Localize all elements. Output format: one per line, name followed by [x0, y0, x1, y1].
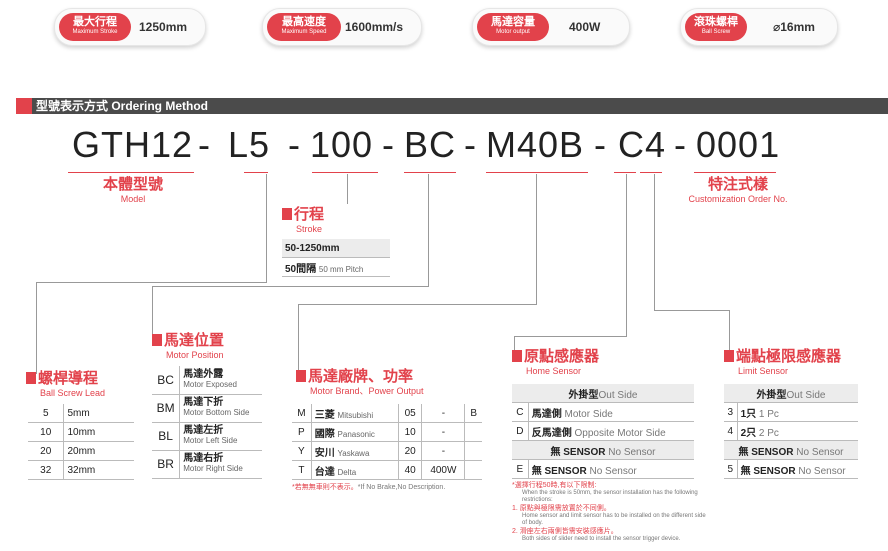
model-label: 本體型號 Model — [102, 176, 163, 204]
connector-lead-v2 — [36, 282, 37, 374]
connector-stroke — [347, 174, 348, 204]
underline-model — [68, 172, 194, 173]
limit-table: 外掛型Out Side 3 1只 1 Pc 4 2只 2 Pc 無 SENSOR N… — [724, 384, 858, 479]
title-marker — [296, 370, 306, 382]
code-lead: L5 — [228, 124, 271, 165]
connector-pos-v2 — [152, 286, 153, 334]
section-header: 型號表示方式 Ordering Method — [16, 98, 888, 114]
code-dash: - — [382, 124, 395, 165]
brand-note: *若無無車則不表示。*If No Brake,No Description. — [292, 484, 446, 491]
code-dash: - — [198, 124, 211, 165]
underline-stroke — [312, 172, 378, 173]
spec-pill-stroke: 最大行程 Maximum Stroke 1250mm — [54, 8, 206, 46]
spec-value: 400W — [569, 20, 601, 34]
table-row: C 馬達側 Motor Side — [512, 402, 694, 422]
table-row: P 國際 Panasonic 10 - — [292, 422, 482, 442]
lead-title: 螺桿導程 Ball Screw Lead — [26, 370, 105, 399]
underline-sensor-4 — [640, 172, 662, 173]
model-code: GTH12 — [72, 124, 193, 166]
table-row: 5 5mm — [28, 404, 134, 423]
lead-table: 5 5mm 10 10mm 20 20mm 32 32mm — [28, 404, 134, 480]
code-model: GTH12 — [72, 124, 194, 165]
spec-label: 馬達容量 Motor output — [477, 13, 549, 41]
spec-pill-screw: 滾珠螺桿 Ball Screw ⌀16mm — [680, 8, 838, 46]
table-row: BR 馬達右折 Motor Right Side — [152, 450, 262, 479]
stroke-range: 50-1250mm — [282, 239, 390, 258]
section-marker — [16, 98, 32, 114]
table-row: E無 SENSOR No Sensor — [512, 459, 694, 479]
table-row: 32 32mm — [28, 460, 134, 480]
connector-pos-h — [152, 286, 429, 287]
code-custom: 0001 — [696, 124, 781, 165]
custom-label: 特注式樣 Customization Order No. — [688, 176, 788, 204]
table-row: M 三菱 Mitsubishi 05 - B — [292, 404, 482, 423]
connector-home-h — [514, 336, 627, 337]
code-dash: - — [594, 124, 607, 165]
stroke-table: 50-1250mm 50間隔 50 mm Pitch — [282, 239, 390, 277]
spec-value: 1250mm — [139, 20, 188, 34]
code-brand: BC — [404, 124, 457, 165]
stroke-title: 行程 Stroke — [282, 206, 324, 235]
home-table: 外掛型Out Side C 馬達側 Motor Side D 反馬達側 Opposi… — [512, 384, 694, 479]
section-title: 型號表示方式 Ordering Method — [36, 99, 208, 113]
underline-custom — [694, 172, 776, 173]
connector-lead-h — [36, 282, 267, 283]
table-row: T 台達 Delta 40 400W — [292, 460, 482, 480]
spec-value: 1600mm/s — [345, 20, 404, 34]
connector-pos-v — [428, 174, 429, 286]
code-dash: - — [288, 124, 301, 165]
spec-label: 最大行程 Maximum Stroke — [59, 13, 131, 41]
home-notes: *選擇行程50時,有以下限制: When the stroke is 50mm,… — [512, 482, 706, 542]
table-row: 20 20mm — [28, 441, 134, 461]
code-sensor: C4 — [618, 124, 667, 165]
connector-limit-h — [654, 310, 730, 311]
spec-label: 滾珠螺桿 Ball Screw — [685, 13, 747, 41]
motor-pos-title: 馬達位置 Motor Position — [152, 332, 224, 361]
table-row: D 反馬達側 Opposite Motor Side — [512, 421, 694, 441]
code-dash: - — [464, 124, 477, 165]
connector-home-v — [626, 174, 627, 336]
connector-brand-v2 — [298, 304, 299, 370]
spec-pill-motor: 馬達容量 Motor output 400W — [472, 8, 630, 46]
table-row: 3 1只 1 Pc — [724, 402, 858, 422]
title-marker — [512, 350, 522, 362]
table-row: 10 10mm — [28, 422, 134, 442]
home-title: 原點感應器 Home Sensor — [512, 348, 599, 377]
code-dash: - — [674, 124, 687, 165]
underline-brand — [404, 172, 456, 173]
table-row: 4 2只 2 Pc — [724, 421, 858, 441]
table-row: BM 馬達下折 Motor Bottom Side — [152, 394, 262, 423]
brand-title: 馬達廠牌、功率 Motor Brand、Power Output — [296, 368, 424, 397]
underline-sensor-c — [614, 172, 636, 173]
table-row: 無 SENSOR No Sensor — [724, 440, 858, 460]
limit-title: 端點極限感應器 Limit Sensor — [724, 348, 841, 377]
underline-lead — [244, 172, 268, 173]
table-row: 無 SENSOR No Sensor — [512, 440, 694, 460]
title-marker — [152, 334, 162, 346]
connector-brand-h — [298, 304, 537, 305]
spec-label: 最高速度 Maximum Speed — [267, 13, 341, 41]
connector-limit-v2 — [729, 310, 730, 350]
code-motor: M40B — [486, 124, 585, 165]
brand-table: M 三菱 Mitsubishi 05 - B P 國際 Panasonic 10… — [292, 404, 482, 480]
table-row: 5無 SENSOR No Sensor — [724, 459, 858, 479]
connector-limit-v — [654, 174, 655, 310]
stroke-step: 50間隔 50 mm Pitch — [282, 257, 390, 277]
connector-lead-v — [266, 174, 267, 282]
connector-brand-v — [536, 174, 537, 304]
title-marker — [26, 372, 36, 384]
code-stroke: 100 — [310, 124, 374, 165]
title-marker — [724, 350, 734, 362]
table-row: BC 馬達外露 Motor Exposed — [152, 366, 262, 395]
spec-pill-speed: 最高速度 Maximum Speed 1600mm/s — [262, 8, 422, 46]
table-row: BL 馬達左折 Motor Left Side — [152, 422, 262, 451]
table-row: Y 安川 Yaskawa 20 - — [292, 441, 482, 461]
motor-pos-table: BC 馬達外露 Motor Exposed BM 馬達下折 Motor Bottom… — [152, 366, 262, 479]
spec-value: ⌀16mm — [773, 20, 815, 34]
underline-motor — [486, 172, 588, 173]
title-marker — [282, 208, 292, 220]
